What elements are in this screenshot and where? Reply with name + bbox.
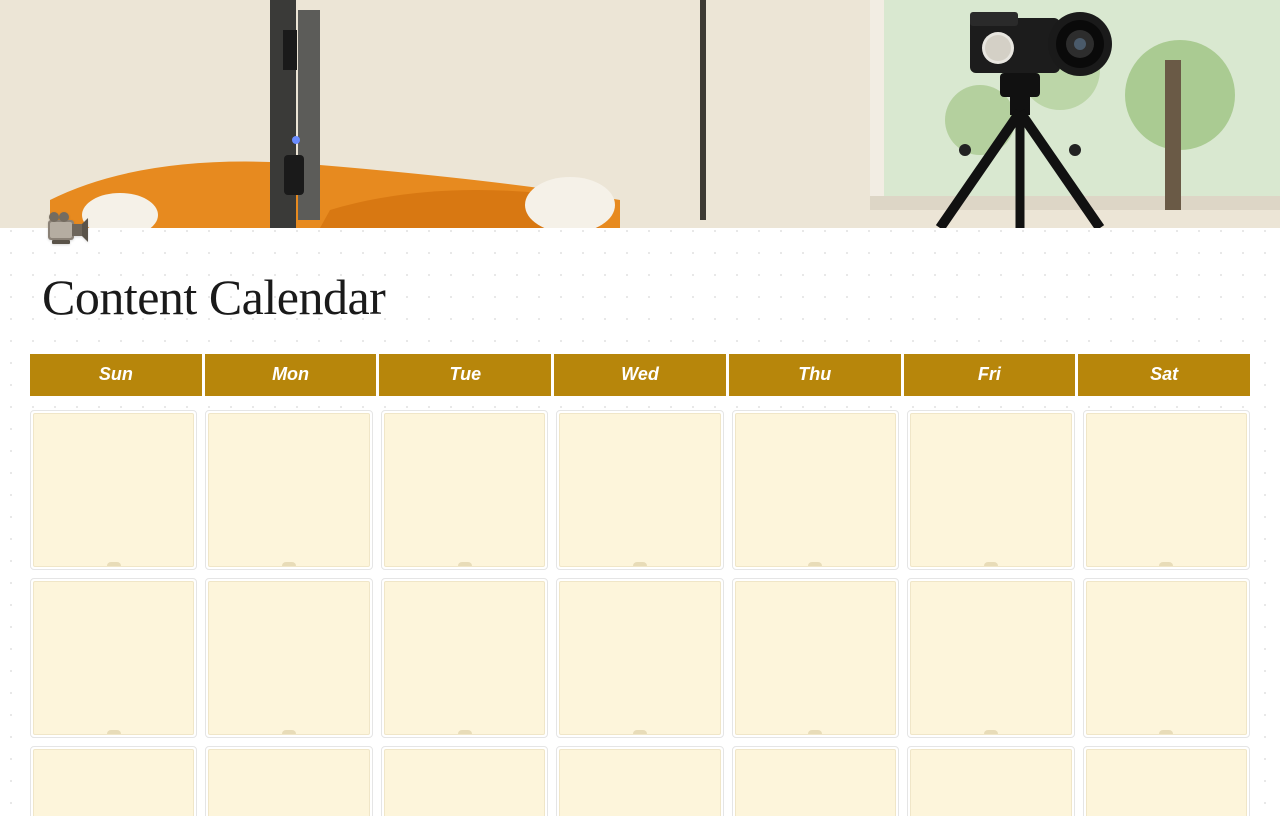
- calendar-cell[interactable]: [907, 410, 1074, 570]
- calendar-cell[interactable]: [205, 746, 372, 816]
- calendar-cell[interactable]: [1083, 578, 1250, 738]
- hero-image: [0, 0, 1280, 228]
- calendar-cell[interactable]: [30, 578, 197, 738]
- calendar-cell[interactable]: [556, 410, 723, 570]
- day-header-sun: Sun: [30, 354, 202, 396]
- calendar-cell[interactable]: [30, 746, 197, 816]
- calendar-cell[interactable]: [205, 410, 372, 570]
- calendar-cell[interactable]: [556, 746, 723, 816]
- calendar-cell[interactable]: [732, 410, 899, 570]
- calendar-cell[interactable]: [30, 410, 197, 570]
- calendar-header-row: Sun Mon Tue Wed Thu Fri Sat: [30, 354, 1250, 396]
- calendar-cell[interactable]: [732, 746, 899, 816]
- calendar-grid: [30, 410, 1250, 816]
- calendar-cell[interactable]: [381, 746, 548, 816]
- day-header-tue: Tue: [379, 354, 551, 396]
- calendar-cell[interactable]: [907, 746, 1074, 816]
- calendar-cell[interactable]: [1083, 746, 1250, 816]
- calendar: Sun Mon Tue Wed Thu Fri Sat: [30, 354, 1250, 816]
- calendar-cell[interactable]: [381, 578, 548, 738]
- video-camera-icon: [42, 204, 90, 252]
- calendar-cell[interactable]: [556, 578, 723, 738]
- day-header-wed: Wed: [554, 354, 726, 396]
- calendar-cell[interactable]: [732, 578, 899, 738]
- day-header-mon: Mon: [205, 354, 377, 396]
- day-header-thu: Thu: [729, 354, 901, 396]
- day-header-sat: Sat: [1078, 354, 1250, 396]
- day-header-fri: Fri: [904, 354, 1076, 396]
- calendar-cell[interactable]: [381, 410, 548, 570]
- hero-illustration: [0, 0, 1280, 228]
- page-title: Content Calendar: [42, 268, 1280, 326]
- calendar-cell[interactable]: [1083, 410, 1250, 570]
- calendar-cell[interactable]: [907, 578, 1074, 738]
- calendar-cell[interactable]: [205, 578, 372, 738]
